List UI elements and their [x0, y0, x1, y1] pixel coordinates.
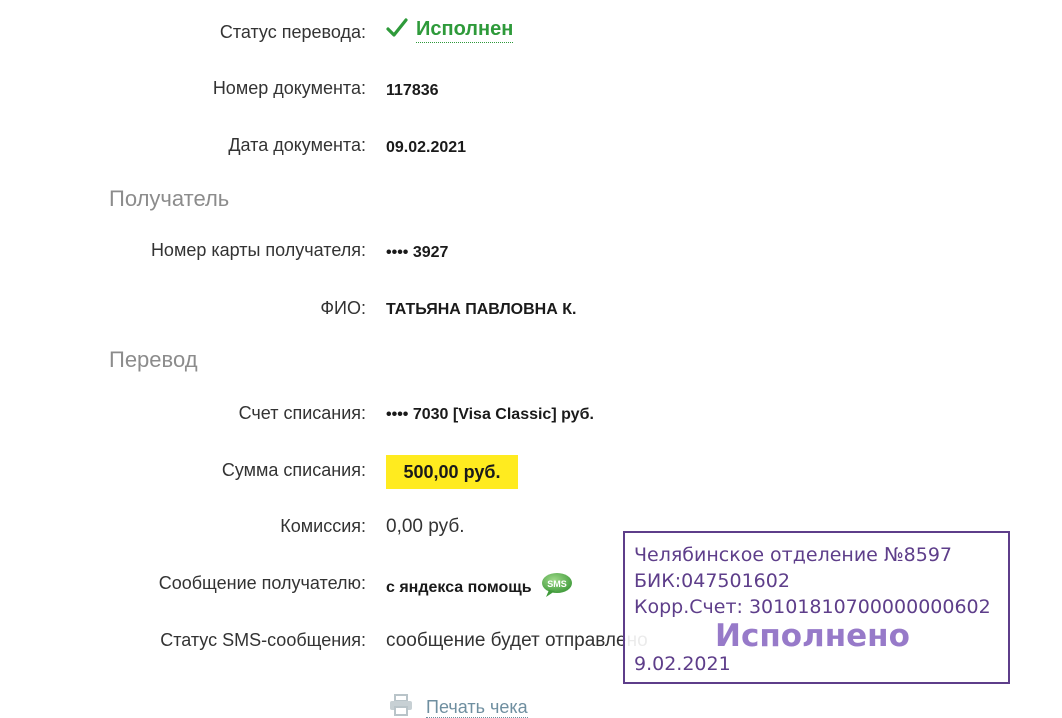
amount-label: Сумма списания:: [221, 460, 366, 480]
card-number-value: •••• 3927: [386, 244, 449, 261]
printer-icon: [388, 694, 414, 718]
print-receipt-link[interactable]: Печать чека: [388, 694, 528, 718]
message-label: Сообщение получателю:: [158, 573, 366, 593]
stamp-corr-account: Корр.Счет: 30101810700000000602: [634, 596, 991, 618]
checkmark-icon: [386, 18, 408, 43]
doc-number-value: 117836: [386, 82, 439, 99]
sms-icon: SMS: [540, 572, 574, 603]
fio-label: ФИО:: [320, 298, 366, 318]
amount-value: 500,00 руб.: [386, 455, 518, 489]
stamp-branch: Челябинское отделение №8597: [634, 544, 953, 566]
account-value: •••• 7030 [Visa Classic] руб.: [386, 406, 594, 423]
section-title-transfer: Перевод: [109, 347, 198, 372]
status-value: Исполнен: [386, 18, 514, 43]
card-number-label: Номер карты получателя:: [150, 240, 366, 260]
doc-date-value: 09.02.2021: [386, 139, 467, 156]
stamp-date: 9.02.2021: [634, 653, 731, 675]
section-title-recipient: Получатель: [109, 186, 230, 211]
sms-status-label: Статус SMS-сообщения:: [160, 630, 366, 650]
commission-label: Комиссия:: [280, 516, 366, 536]
message-value: с яндекса помощь SMS: [386, 572, 574, 603]
amount-text: 500,00 руб.: [403, 461, 501, 482]
print-receipt-label[interactable]: Печать чека: [426, 697, 528, 718]
fio-value: ТАТЬЯНА ПАВЛОВНА К.: [386, 301, 577, 318]
sms-status-value: сообщение будет отправлено: [386, 630, 648, 651]
payment-receipt: Статус перевода: Исполнен Номер документ…: [0, 0, 1062, 718]
account-label: Счет списания:: [238, 403, 366, 423]
doc-number-label: Номер документа:: [212, 78, 366, 98]
commission-value: 0,00 руб.: [386, 516, 465, 537]
stamp-status: Исполнено: [715, 618, 910, 654]
status-text[interactable]: Исполнен: [416, 18, 514, 43]
status-label: Статус перевода:: [219, 22, 366, 42]
sms-icon-text: SMS: [547, 579, 567, 589]
bank-stamp: Челябинское отделение №8597 БИК:04750160…: [623, 531, 1010, 684]
message-text: с яндекса помощь: [386, 578, 532, 596]
doc-date-label: Дата документа:: [228, 135, 366, 155]
stamp-bik: БИК:047501602: [634, 570, 790, 592]
